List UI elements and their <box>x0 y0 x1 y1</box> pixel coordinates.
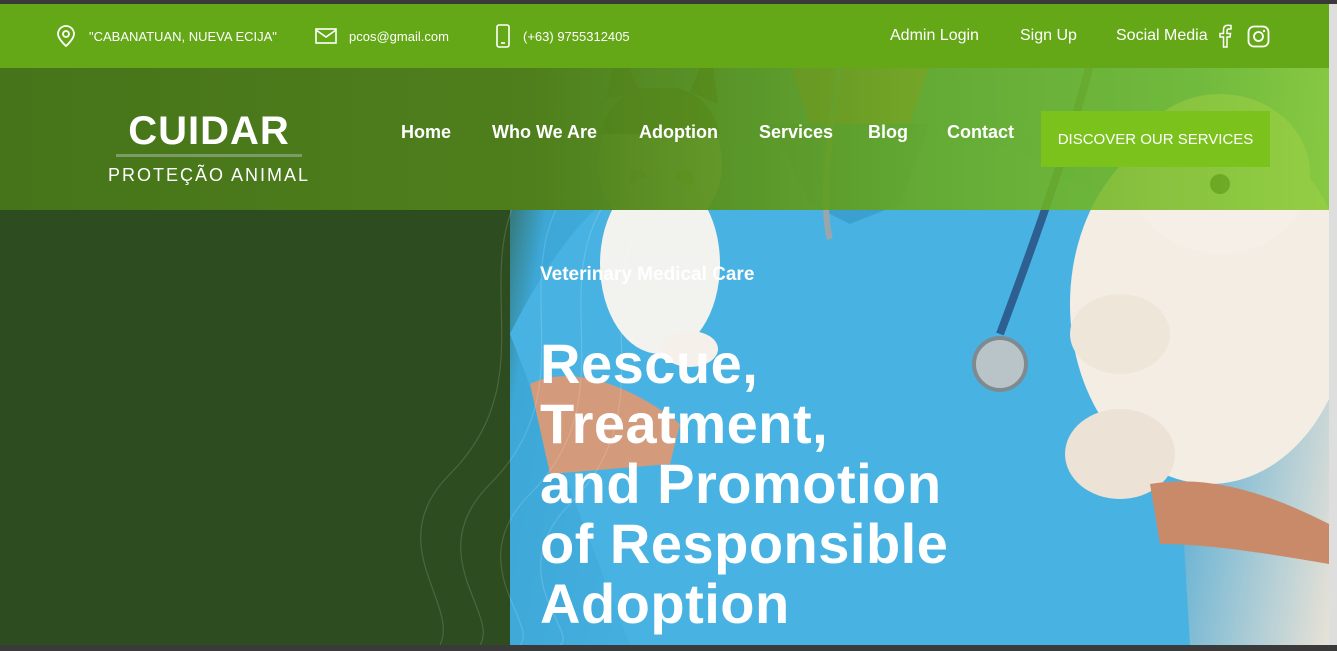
mail-icon <box>315 28 337 44</box>
nav-blog[interactable]: Blog <box>868 122 908 143</box>
logo-tagline: PROTEÇÃO ANIMAL <box>107 165 311 185</box>
sign-up-link[interactable]: Sign Up <box>1020 4 1077 68</box>
logo-divider <box>116 154 302 157</box>
hero-eyebrow: Veterinary Medical Care <box>540 264 755 285</box>
social-media-label: Social Media <box>1116 27 1208 44</box>
nav-who-we-are[interactable]: Who We Are <box>492 122 597 143</box>
nav-adoption[interactable]: Adoption <box>639 122 718 143</box>
site-logo[interactable]: CUIDAR PROTEÇÃO ANIMAL <box>104 108 314 186</box>
hero-title-line: Adoption <box>540 572 790 635</box>
hero-title-line: Rescue, <box>540 332 759 395</box>
email-text[interactable]: pcos@gmail.com <box>349 29 449 44</box>
email-item[interactable]: pcos@gmail.com <box>315 4 449 68</box>
instagram-icon[interactable] <box>1247 25 1270 48</box>
address-item: "CABANATUAN, NUEVA ECIJA" <box>55 4 277 68</box>
nav-home[interactable]: Home <box>401 122 451 143</box>
location-pin-icon <box>57 25 75 48</box>
page: "CABANATUAN, NUEVA ECIJA" pcos@gmail.com… <box>0 4 1329 645</box>
top-utility-bar: "CABANATUAN, NUEVA ECIJA" pcos@gmail.com… <box>0 4 1329 68</box>
discover-services-button[interactable]: DISCOVER OUR SERVICES <box>1041 111 1270 167</box>
logo-wordmark: CUIDAR <box>128 109 290 153</box>
phone-icon <box>496 24 510 48</box>
nav-contact[interactable]: Contact <box>947 122 1014 143</box>
page-scrollbar[interactable] <box>1329 4 1337 645</box>
facebook-icon[interactable] <box>1218 24 1232 48</box>
nav-services[interactable]: Services <box>759 122 833 143</box>
main-navbar: CUIDAR PROTEÇÃO ANIMAL Home Who We Are A… <box>0 68 1329 210</box>
address-text: "CABANATUAN, NUEVA ECIJA" <box>89 28 277 44</box>
admin-login-link[interactable]: Admin Login <box>890 4 979 68</box>
hero-title-line: and Promotion <box>540 452 942 515</box>
hero-title-line: Treatment, <box>540 392 829 455</box>
hero-title-line: of Responsible <box>540 512 949 575</box>
phone-item[interactable]: (+63) 9755312405 <box>495 4 630 68</box>
hero-title: Rescue, Treatment, and Promotion of Resp… <box>540 334 1010 634</box>
phone-text[interactable]: (+63) 9755312405 <box>523 29 630 44</box>
